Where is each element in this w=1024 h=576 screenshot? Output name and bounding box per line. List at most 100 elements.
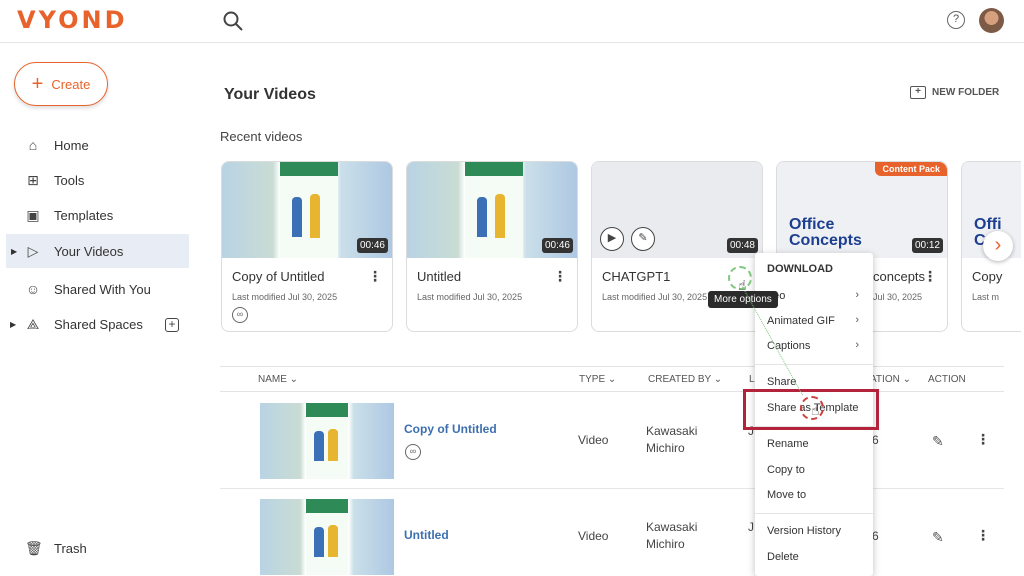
video-thumbnail[interactable]: Content Pack Office Concepts 00:12	[777, 162, 947, 258]
menu-item-move-to[interactable]: Move to	[767, 489, 806, 501]
menu-download-header: DOWNLOAD	[767, 263, 833, 275]
row-thumbnail[interactable]	[260, 403, 394, 479]
sidebar-item-tools[interactable]: ⊞ Tools	[0, 163, 190, 197]
recent-video-card[interactable]: 00:46 Copy of Untitled ⋮ Last modified J…	[221, 161, 393, 332]
network-icon: ⟁	[26, 316, 40, 332]
add-space-button[interactable]: +	[165, 318, 179, 332]
sidebar-item-label: Trash	[54, 540, 87, 556]
column-name[interactable]: NAME ⌄	[258, 374, 298, 385]
sidebar-item-shared-with-you[interactable]: ☺ Shared With You	[0, 272, 190, 306]
video-title[interactable]: Copy of Untitled	[232, 269, 325, 284]
video-title[interactable]: Untitled	[417, 269, 461, 284]
play-icon[interactable]: ▶	[600, 227, 624, 251]
home-icon: ⌂	[28, 137, 38, 153]
recent-video-card[interactable]: 00:46 Untitled ⋮ Last modified Jul 30, 2…	[406, 161, 578, 332]
sidebar-item-trash[interactable]: 🗑 Trash	[0, 531, 190, 565]
edit-icon[interactable]: ✎	[932, 433, 944, 450]
recent-videos-label: Recent videos	[220, 129, 303, 144]
expand-caret-icon[interactable]: ▶	[10, 320, 16, 329]
expand-caret-icon[interactable]: ▶	[11, 247, 17, 256]
table-header: NAME ⌄ TYPE ⌄ CREATED BY ⌄ L ATION ⌄ ACT…	[220, 366, 1004, 392]
chevron-right-icon[interactable]: ›	[983, 231, 1013, 261]
new-folder-button[interactable]: + NEW FOLDER	[910, 86, 999, 99]
last-modified: Jul 30, 2025	[873, 292, 923, 302]
duration-badge: 00:46	[356, 238, 388, 253]
table-row[interactable]: Copy of Untitled ∞ Video Kawasaki Michir…	[220, 393, 1004, 489]
menu-item-copy-to[interactable]: Copy to	[767, 464, 805, 476]
sidebar-item-label: Tools	[54, 172, 85, 188]
more-options-icon[interactable]: ⋮	[553, 269, 567, 283]
duration-badge: 00:48	[726, 238, 758, 253]
sidebar-item-label: Shared Spaces	[54, 316, 143, 332]
sidebar-item-your-videos[interactable]: ▶ ▷ Your Videos	[6, 234, 189, 268]
thumbnail-text: Office Concepts	[789, 216, 862, 249]
edit-icon[interactable]: ✎	[932, 529, 944, 546]
column-last-modified[interactable]: L	[749, 374, 755, 385]
more-options-icon[interactable]: ⋮	[976, 431, 990, 448]
duration-badge: 00:46	[541, 238, 573, 253]
sidebar-item-label: Shared With You	[54, 281, 151, 297]
sidebar-item-label: Templates	[54, 207, 114, 223]
page-title: Your Videos	[224, 86, 316, 103]
menu-divider	[755, 513, 873, 514]
plus-icon: +	[31, 73, 44, 95]
video-thumbnail[interactable]: 00:46	[407, 162, 577, 258]
last-modified: Last m	[972, 292, 1000, 302]
chevron-right-icon: ›	[855, 314, 859, 326]
help-icon[interactable]: ?	[947, 11, 965, 29]
menu-item-animated-gif[interactable]: Animated GIF	[767, 315, 835, 327]
column-created-by[interactable]: CREATED BY ⌄	[648, 374, 722, 385]
vyond-logo[interactable]: VYOND	[17, 6, 128, 34]
poster-image	[306, 499, 348, 575]
last-modified: Last modified Jul 30, 2025	[602, 292, 708, 302]
link-icon: ∞	[232, 307, 248, 323]
table-row[interactable]: Untitled Video Kawasaki Michiro J K 6 ✎ …	[220, 489, 1004, 576]
row-type: Video	[578, 529, 609, 543]
column-duration[interactable]: ATION ⌄	[870, 374, 911, 385]
menu-item-delete[interactable]: Delete	[767, 551, 799, 563]
create-button[interactable]: + Create	[14, 62, 108, 106]
video-title[interactable]: Copy	[972, 269, 1002, 284]
menu-item-version-history[interactable]: Version History	[767, 525, 841, 537]
edit-icon[interactable]: ✎	[631, 227, 655, 251]
more-options-icon[interactable]: ⋮	[923, 269, 937, 283]
chevron-right-icon: ›	[855, 339, 859, 351]
sidebar-item-label: Home	[54, 137, 89, 153]
new-folder-label: NEW FOLDER	[932, 87, 1000, 98]
last-modified: Last modified Jul 30, 2025	[232, 292, 338, 302]
menu-item-rename[interactable]: Rename	[767, 438, 809, 450]
row-creator: Kawasaki Michiro	[646, 424, 698, 455]
poster-image	[465, 162, 523, 258]
video-file-icon: ▷	[27, 243, 39, 259]
video-title[interactable]: concepts	[873, 269, 925, 284]
video-thumbnail[interactable]: 00:46	[222, 162, 392, 258]
more-options-icon[interactable]: ⋮	[976, 527, 990, 544]
poster-image	[280, 162, 338, 258]
link-icon: ∞	[405, 444, 421, 460]
row-duration: 6	[872, 433, 879, 447]
menu-divider	[755, 364, 873, 365]
duration-badge: 00:12	[911, 238, 943, 253]
column-action: ACTION	[928, 374, 966, 385]
content-pack-badge: Content Pack	[875, 162, 947, 176]
templates-icon: ▣	[26, 207, 40, 223]
last-modified: Last modified Jul 30, 2025	[417, 292, 523, 302]
column-type[interactable]: TYPE ⌄	[579, 374, 616, 385]
sidebar-item-shared-spaces[interactable]: ▶ ⟁ Shared Spaces	[0, 307, 190, 341]
row-title[interactable]: Copy of Untitled	[404, 422, 497, 436]
video-title[interactable]: CHATGPT1	[602, 269, 670, 284]
row-duration: 6	[872, 529, 879, 543]
row-type: Video	[578, 433, 609, 447]
sidebar-item-home[interactable]: ⌂ Home	[0, 128, 190, 162]
people-icon: ☺	[25, 281, 41, 297]
more-options-icon[interactable]: ⋮	[368, 269, 382, 283]
video-thumbnail[interactable]: ▶ ✎ 00:48	[592, 162, 762, 258]
hand-cursor-icon: ☝	[811, 402, 820, 418]
sidebar-item-templates[interactable]: ▣ Templates	[0, 198, 190, 232]
avatar[interactable]	[979, 8, 1004, 33]
top-bar: VYOND ?	[0, 0, 1024, 43]
row-title[interactable]: Untitled	[404, 528, 449, 542]
search-icon[interactable]	[222, 10, 244, 32]
row-thumbnail[interactable]	[260, 499, 394, 575]
new-folder-icon: +	[910, 86, 926, 99]
